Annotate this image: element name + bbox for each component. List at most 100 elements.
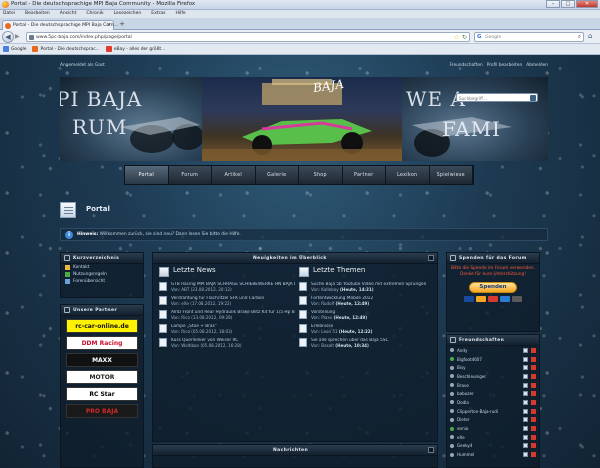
friend-name[interactable]: ennio	[457, 426, 520, 431]
menu-edit[interactable]: Bearbeiten	[25, 10, 50, 18]
url-bar[interactable]: www.5pc-baja.com/index.php/page/portal ☆…	[26, 32, 470, 42]
site-search-button[interactable]	[530, 95, 536, 101]
message-icon[interactable]	[523, 373, 528, 379]
news-item[interactable]: AVID Front und Rear Hydraulik Brake Blit…	[157, 310, 295, 320]
shortcut-contact[interactable]: Kontakt	[61, 264, 143, 271]
message-icon[interactable]	[523, 391, 528, 397]
remove-friend-icon[interactable]	[531, 391, 536, 397]
friend-name[interactable]: eXe	[457, 435, 520, 440]
bookmark-ebay[interactable]: eBay - alles der größt...	[105, 46, 165, 52]
news-item[interactable]: Kuss Querlenker von Weiser RC Von: Woltib…	[157, 338, 295, 348]
menu-file[interactable]: Datei	[3, 10, 15, 18]
menu-help[interactable]: Hilfe	[175, 10, 185, 18]
shortcut-forum-overview[interactable]: Forenübersicht	[61, 278, 143, 285]
nav-forum[interactable]: Forum	[169, 166, 212, 184]
friend-row[interactable]: Geeky4	[447, 442, 539, 451]
partner-logo-rcstar[interactable]: RC Star	[66, 387, 138, 401]
remove-friend-icon[interactable]	[531, 452, 536, 458]
message-icon[interactable]	[523, 382, 528, 388]
topic-item[interactable]: Fortentwicklung Mobile 2012 Von: Rudolf (…	[297, 296, 435, 306]
remove-friend-icon[interactable]	[531, 399, 536, 405]
friend-row[interactable]: Hummel	[447, 450, 539, 459]
box-toggle-icon[interactable]	[64, 307, 70, 313]
menu-bookmarks[interactable]: Lesezeichen	[114, 10, 142, 18]
maximize-button[interactable]: □	[561, 0, 575, 8]
menu-history[interactable]: Chronik	[86, 10, 103, 18]
friend-row[interactable]: Bisy	[447, 363, 539, 372]
minimize-button[interactable]: –	[546, 0, 560, 8]
remove-friend-icon[interactable]	[531, 373, 536, 379]
remove-friend-icon[interactable]	[531, 356, 536, 362]
bookmark-star-icon[interactable]: ☆	[454, 34, 459, 41]
topic-item[interactable]: Sie alle sprechen über das Baja 5SC Von: …	[297, 338, 435, 348]
remove-friend-icon[interactable]	[531, 382, 536, 388]
tab-portal[interactable]: Portal - Die deutschsprachige MPI Baja C…	[2, 20, 118, 30]
friend-name[interactable]: Bisy	[457, 365, 520, 370]
link-friends[interactable]: Freundschaften	[450, 63, 483, 68]
remove-friend-icon[interactable]	[531, 347, 536, 353]
nav-shop[interactable]: Shop	[299, 166, 343, 184]
remove-friend-icon[interactable]	[531, 365, 536, 371]
friend-row[interactable]: babuzer	[447, 389, 539, 398]
new-tab-button[interactable]: +	[117, 21, 127, 29]
friend-name[interactable]: Dodla	[457, 400, 520, 405]
nav-articles[interactable]: Artikel	[212, 166, 256, 184]
friend-row[interactable]: Bravo	[447, 381, 539, 390]
message-icon[interactable]	[523, 434, 528, 440]
shortcut-rules[interactable]: Nutzungsregeln	[61, 271, 143, 278]
message-icon[interactable]	[523, 426, 528, 432]
nav-playground[interactable]: Spielwiese	[430, 166, 473, 184]
friend-row[interactable]: Beschleuniger	[447, 372, 539, 381]
close-window-button[interactable]: ✕	[576, 0, 598, 8]
reload-icon[interactable]: ↻	[462, 34, 467, 41]
friend-name[interactable]: babuzer	[457, 391, 520, 396]
box-toggle-icon[interactable]	[64, 255, 70, 261]
partner-logo-pro-baja[interactable]: PRO BAJA	[66, 404, 138, 418]
site-identity-icon[interactable]	[29, 35, 34, 40]
bookmark-portal[interactable]: Portal - Die deutschsprac...	[32, 46, 100, 52]
friend-name[interactable]: Andy	[457, 348, 520, 353]
nav-lexicon[interactable]: Lexikon	[386, 166, 430, 184]
login-status[interactable]: Angemeldet als Gast	[60, 63, 105, 68]
partner-logo-maxx[interactable]: MAXX	[66, 353, 138, 367]
friend-row[interactable]: Bigfoot4607	[447, 355, 539, 364]
browser-search-input[interactable]: G Google ⌕	[474, 32, 584, 42]
friend-name[interactable]: Bigfoot4607	[457, 357, 520, 362]
menu-view[interactable]: Ansicht	[60, 10, 77, 18]
friend-row[interactable]: Dodla	[447, 398, 539, 407]
friend-row[interactable]: ennio	[447, 424, 539, 433]
bookmark-google[interactable]: Google	[3, 46, 26, 52]
message-icon[interactable]	[523, 408, 528, 414]
news-item[interactable]: GTB Racing MPI BAJA SCHRÄGE SCHIEBEWERKE…	[157, 282, 295, 292]
google-engine-icon[interactable]: G	[477, 34, 482, 40]
partner-logo-ddm[interactable]: DDM Racing	[66, 336, 138, 350]
link-logout[interactable]: Abmelden	[526, 63, 548, 68]
nav-gallery[interactable]: Galerie	[256, 166, 299, 184]
forward-button[interactable]: ▶	[15, 33, 23, 41]
message-icon[interactable]	[523, 399, 528, 405]
collapse-icon[interactable]	[428, 447, 434, 453]
message-icon[interactable]	[523, 452, 528, 458]
friend-name[interactable]: Clipperton-Baja-rudi	[457, 409, 520, 414]
nav-partner[interactable]: Partner	[343, 166, 386, 184]
remove-friend-icon[interactable]	[531, 443, 536, 449]
friend-row[interactable]: eXe	[447, 433, 539, 442]
friend-name[interactable]: Geeky4	[457, 443, 520, 448]
close-tab-icon[interactable]: ×	[107, 22, 111, 28]
message-icon[interactable]	[523, 443, 528, 449]
topic-item[interactable]: Suche Baja 5b Youtube Video mit extremen…	[297, 282, 435, 292]
site-search-input[interactable]: Suchbegriff...	[456, 93, 538, 102]
back-button[interactable]: ◀	[2, 31, 14, 43]
friend-row[interactable]: Andy	[447, 346, 539, 355]
remove-friend-icon[interactable]	[531, 408, 536, 414]
message-icon[interactable]	[523, 356, 528, 362]
search-icon[interactable]: ⌕	[578, 34, 581, 41]
friend-name[interactable]: Dieter	[457, 417, 520, 422]
topic-item[interactable]: Erlebnisse Von: Leon 51 (Heute, 12:22)	[297, 324, 435, 334]
box-toggle-icon[interactable]	[450, 255, 456, 261]
partner-logo-rc-car-online[interactable]: rc-car-online.de	[66, 319, 138, 333]
remove-friend-icon[interactable]	[531, 434, 536, 440]
news-item[interactable]: Lampe „Stoe + Bras" Von: Rico (05.08.2012…	[157, 324, 295, 334]
friend-name[interactable]: Bravo	[457, 383, 520, 388]
remove-friend-icon[interactable]	[531, 417, 536, 423]
